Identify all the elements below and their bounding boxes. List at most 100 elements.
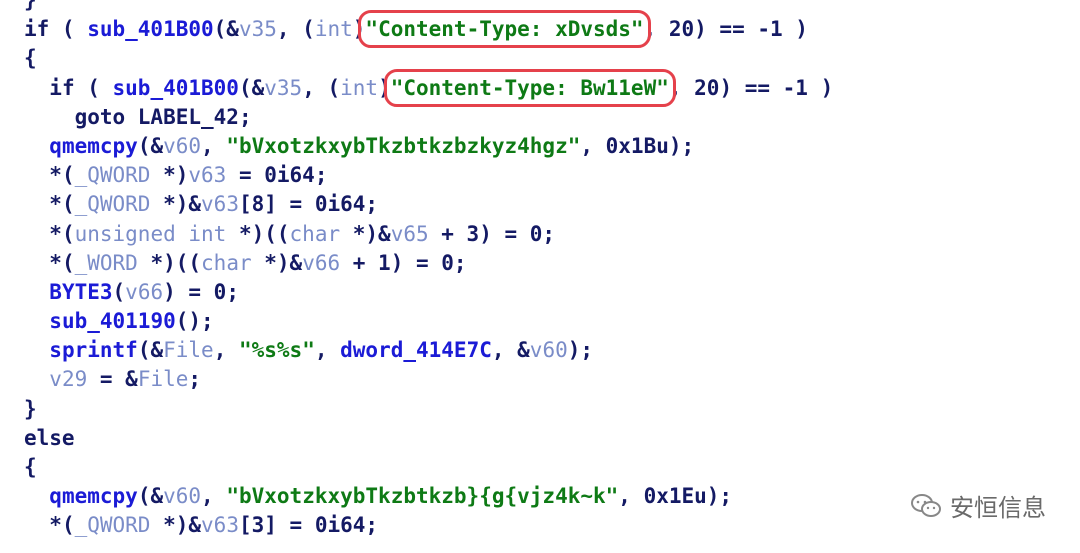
code-token: *( <box>49 250 75 275</box>
code-token: ); <box>567 338 594 363</box>
code-token: , 0x1Eu); <box>618 484 733 509</box>
code-token: *)& <box>150 513 202 538</box>
code-token: *( <box>49 221 75 246</box>
code-token: v35 <box>238 17 277 42</box>
code-string: "%s%s" <box>238 338 315 363</box>
code-token: goto LABEL_42; <box>74 104 252 129</box>
watermark: 安恒信息 <box>910 488 1046 523</box>
code-line: *(_WORD *)((char *)&v66 + 1) = 0; <box>24 249 1064 278</box>
code-line: BYTE3(v66) = 0; <box>24 278 1064 307</box>
code-line: *(_QWORD *)v63 = 0i64; <box>24 161 1064 190</box>
code-token: dword_414E7C <box>340 338 492 363</box>
code-token: , <box>201 133 227 158</box>
code-token: v63 <box>201 513 239 538</box>
code-token: *( <box>49 163 75 188</box>
code-line: { <box>24 44 1064 73</box>
code-token: [8] = 0i64; <box>238 192 379 217</box>
code-token: *( <box>49 513 75 538</box>
code-token: = 0i64; <box>226 163 328 188</box>
code-token: , ( <box>276 17 315 42</box>
code-token: else <box>24 425 75 450</box>
code-token: char <box>201 250 252 275</box>
code-token: File <box>137 367 189 392</box>
code-token: qmemcpy <box>49 133 138 158</box>
code-token: + 1) = 0; <box>340 250 467 275</box>
code-token: *)(( <box>226 221 290 246</box>
code-line: qmemcpy(&v60, "bVxotzkxybTkzbtkzb}{g{vjz… <box>24 482 1064 511</box>
code-token: v60 <box>529 338 568 363</box>
code-token: + 3) = 0; <box>428 221 556 246</box>
code-token: } <box>24 0 37 12</box>
code-line: sprintf(&File, "%s%s", dword_414E7C, &v6… <box>24 336 1064 365</box>
code-token: v63 <box>201 192 239 217</box>
highlighted-string: "Content-Type: xDvsds" <box>358 10 651 49</box>
code-view: } if ( sub_401B00(&v35, (int)"Content-Typ… <box>24 0 1064 541</box>
code-token: (& <box>213 17 239 42</box>
code-token: v63 <box>188 163 227 188</box>
code-token: (& <box>238 75 265 100</box>
code-token: _QWORD <box>74 513 151 538</box>
code-line: else <box>24 424 1064 453</box>
code-token: v66 <box>125 279 164 304</box>
highlighted-string: "Content-Type: Bw11eW" <box>383 68 676 107</box>
code-line: } <box>24 0 1064 15</box>
code-token: (& <box>137 484 164 509</box>
code-token: , 0x1Bu); <box>580 133 695 158</box>
code-token: sprintf <box>49 338 138 363</box>
code-token: _QWORD <box>74 192 151 217</box>
code-token: _WORD <box>74 250 138 275</box>
code-token: *)& <box>340 221 391 246</box>
code-line: if ( sub_401B00(&v35, (int)"Content-Type… <box>24 68 1064 107</box>
code-token: *)& <box>251 250 303 275</box>
code-token: v35 <box>264 75 303 100</box>
code-line: *(_QWORD *)&v63[3] = 0i64; <box>24 511 1064 540</box>
code-token: int <box>340 75 379 100</box>
code-line: *(_QWORD *)&v63[8] = 0i64; <box>24 190 1064 219</box>
code-token: sub_401190 <box>49 309 176 334</box>
code-token: if ( <box>24 17 88 42</box>
code-token: , & <box>491 338 530 363</box>
code-token: v66 <box>302 250 341 275</box>
code-token: v60 <box>163 484 202 509</box>
code-line: goto LABEL_42; <box>24 103 1064 132</box>
code-line: *(unsigned int *)((char *)&v65 + 3) = 0; <box>24 220 1064 249</box>
code-token: ) = 0; <box>163 279 239 304</box>
code-line: qmemcpy(&v60, "bVxotzkxybTkzbtkzbzkyz4hg… <box>24 132 1064 161</box>
code-token: ; <box>188 367 202 392</box>
code-line: sub_401190(); <box>24 307 1064 336</box>
wechat-icon <box>910 493 942 519</box>
code-token: *( <box>49 192 75 217</box>
code-token: { <box>24 455 37 479</box>
code-token: v65 <box>390 221 429 246</box>
code-token: (& <box>137 133 164 158</box>
code-token: { <box>24 46 37 71</box>
code-token: *)& <box>150 192 202 217</box>
code-token: , <box>201 484 227 509</box>
code-string: "bVxotzkxybTkzbtkzb}{g{vjz4k~k" <box>226 484 619 509</box>
code-token: BYTE3 <box>49 279 113 304</box>
code-line: { <box>24 453 1064 482</box>
code-token: (); <box>175 309 214 334</box>
code-token: , 20) == -1 ) <box>668 75 834 100</box>
code-token: v60 <box>163 133 202 158</box>
code-token: sub_401B00 <box>87 17 214 42</box>
code-line: v29 = &File; <box>24 365 1064 394</box>
code-token: if ( <box>49 75 113 100</box>
code-token: sub_401B00 <box>112 75 239 100</box>
code-token: ) <box>378 75 391 100</box>
code-token: , <box>314 338 341 363</box>
code-token: qmemcpy <box>49 484 138 509</box>
code-token: ( <box>112 279 126 304</box>
code-token: *) <box>150 163 189 188</box>
code-token: unsigned int <box>74 221 227 246</box>
